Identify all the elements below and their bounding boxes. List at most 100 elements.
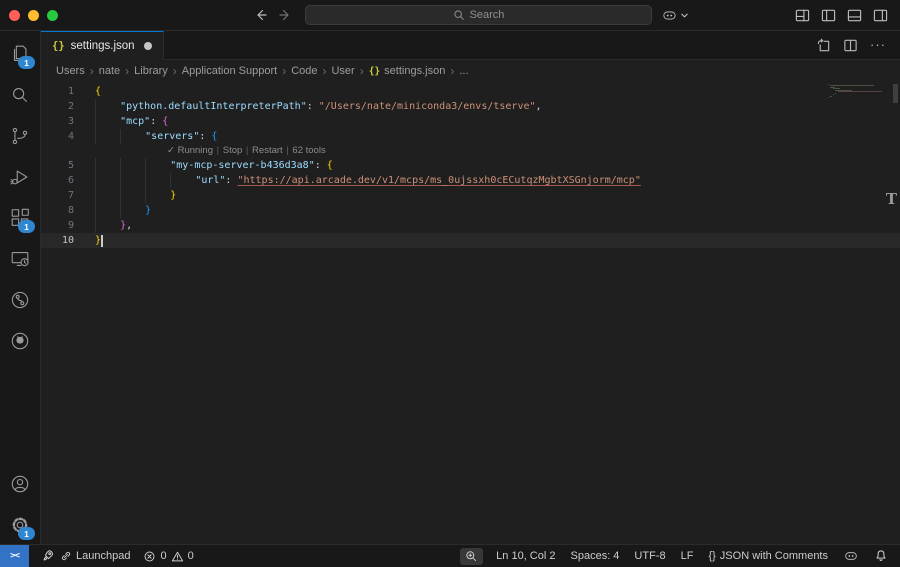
activity-version-graph[interactable] bbox=[0, 279, 40, 320]
more-actions-icon[interactable]: ··· bbox=[870, 40, 886, 50]
url-link[interactable]: "https://api.arcade.dev/v1/mcps/ms_0ujss… bbox=[237, 173, 640, 188]
code-line[interactable]: 6"url": "https://api.arcade.dev/v1/mcps/… bbox=[41, 173, 900, 188]
github-icon bbox=[9, 330, 31, 352]
problems-button[interactable]: 0 0 bbox=[143, 550, 193, 563]
indent-guide bbox=[95, 188, 120, 203]
minimap[interactable] bbox=[828, 84, 884, 98]
code-token: , bbox=[126, 218, 132, 233]
extensions-badge: 1 bbox=[18, 220, 35, 233]
chevron-right-icon: › bbox=[322, 64, 326, 78]
breadcrumb-item[interactable]: Library bbox=[134, 65, 168, 77]
activity-source-control[interactable] bbox=[0, 115, 40, 156]
code-line[interactable]: 5"my-mcp-server-b436d3a8": { bbox=[41, 158, 900, 173]
breadcrumb-item[interactable]: Users bbox=[56, 65, 85, 77]
eol-setting[interactable]: LF bbox=[681, 550, 694, 562]
activity-explorer[interactable]: 1 bbox=[0, 33, 40, 74]
code-line[interactable]: 2"python.defaultInterpreterPath": "/User… bbox=[41, 99, 900, 114]
settings-button[interactable]: 1 bbox=[0, 504, 40, 545]
chevron-right-icon: › bbox=[282, 64, 286, 78]
toggle-primary-sidebar-icon[interactable] bbox=[821, 8, 836, 23]
activity-extensions[interactable]: 1 bbox=[0, 197, 40, 238]
close-window-button[interactable] bbox=[9, 10, 20, 21]
open-changes-icon[interactable] bbox=[816, 38, 831, 53]
toggle-secondary-sidebar-icon[interactable] bbox=[873, 8, 888, 23]
search-placeholder: Search bbox=[470, 9, 505, 21]
code-line[interactable]: 1{ bbox=[41, 84, 900, 99]
line-number: 8 bbox=[41, 203, 74, 218]
indent-guide bbox=[95, 129, 120, 144]
editor[interactable]: 1{2"python.defaultInterpreterPath": "/Us… bbox=[41, 82, 900, 545]
copilot-status-button[interactable] bbox=[843, 548, 859, 564]
remote-icon: >< bbox=[10, 551, 19, 561]
search-input[interactable]: Search bbox=[305, 5, 652, 25]
minimap-line bbox=[828, 84, 829, 85]
breadcrumb-item[interactable]: ... bbox=[459, 65, 468, 77]
line-number: 9 bbox=[41, 218, 74, 233]
copilot-icon bbox=[661, 7, 678, 24]
notifications-button[interactable] bbox=[874, 549, 888, 563]
copilot-menu-button[interactable] bbox=[661, 7, 689, 24]
toggle-panel-icon[interactable] bbox=[847, 8, 862, 23]
code-lines: 1{2"python.defaultInterpreterPath": "/Us… bbox=[41, 84, 900, 248]
warning-icon bbox=[171, 550, 184, 563]
line-number: 7 bbox=[41, 188, 74, 203]
minimize-window-button[interactable] bbox=[28, 10, 39, 21]
breadcrumb-item[interactable]: User bbox=[331, 65, 354, 77]
codelens-status[interactable]: ✓ Running bbox=[167, 145, 213, 156]
activity-github[interactable] bbox=[0, 320, 40, 361]
chevron-down-icon bbox=[680, 11, 689, 20]
codelens-action[interactable]: Stop bbox=[223, 145, 243, 156]
launchpad-button[interactable]: Launchpad bbox=[42, 549, 130, 563]
remote-indicator[interactable]: >< bbox=[0, 545, 29, 567]
account-icon bbox=[9, 473, 31, 495]
back-icon[interactable] bbox=[253, 7, 269, 23]
breadcrumb-item[interactable]: nate bbox=[99, 65, 120, 77]
title-bar: Search bbox=[0, 0, 900, 31]
zoom-indicator[interactable] bbox=[460, 548, 483, 565]
code-token: { bbox=[211, 129, 217, 144]
scrollbar[interactable] bbox=[893, 84, 898, 103]
overview-ruler-marker: T bbox=[886, 190, 897, 208]
minimap-line bbox=[838, 91, 882, 92]
chevron-right-icon: › bbox=[125, 64, 129, 78]
minimap-line bbox=[830, 85, 873, 86]
code-line[interactable]: 3"mcp": { bbox=[41, 114, 900, 129]
modified-dot[interactable] bbox=[144, 42, 152, 50]
codelens-action[interactable]: 62 tools bbox=[292, 145, 325, 156]
code-line[interactable]: 10} bbox=[41, 233, 900, 248]
traffic-lights bbox=[9, 10, 58, 21]
line-number: 4 bbox=[41, 129, 74, 144]
split-editor-icon[interactable] bbox=[843, 38, 858, 53]
code-line[interactable]: 8} bbox=[41, 203, 900, 218]
code-line[interactable]: 7} bbox=[41, 188, 900, 203]
maximize-window-button[interactable] bbox=[47, 10, 58, 21]
accounts-button[interactable] bbox=[0, 463, 40, 504]
code-line[interactable]: 4 "servers": { bbox=[41, 129, 900, 144]
indentation-setting[interactable]: Spaces: 4 bbox=[571, 550, 620, 562]
cursor-position[interactable]: Ln 10, Col 2 bbox=[496, 550, 555, 562]
activity-run-debug[interactable] bbox=[0, 156, 40, 197]
encoding-setting[interactable]: UTF-8 bbox=[634, 550, 665, 562]
run-debug-icon bbox=[9, 166, 31, 188]
codelens: ✓ Running | Stop | Restart | 62 tools bbox=[41, 144, 900, 158]
breadcrumb-item[interactable]: Application Support bbox=[182, 65, 277, 77]
code-token: : bbox=[225, 173, 237, 188]
customize-layout-icon[interactable] bbox=[795, 8, 810, 23]
warning-count: 0 bbox=[188, 550, 194, 562]
forward-icon[interactable] bbox=[277, 7, 293, 23]
code-token: { bbox=[327, 158, 333, 173]
code-line[interactable]: 9}, bbox=[41, 218, 900, 233]
breadcrumb-item[interactable]: Code bbox=[291, 65, 317, 77]
language-mode[interactable]: {} JSON with Comments bbox=[708, 550, 828, 562]
indent-guide bbox=[95, 218, 120, 233]
code-token: "servers" bbox=[145, 129, 199, 144]
chevron-right-icon: › bbox=[90, 64, 94, 78]
code-token: : bbox=[199, 129, 211, 144]
indent-guide bbox=[120, 203, 145, 218]
codelens-action[interactable]: Restart bbox=[252, 145, 283, 156]
indent-guide bbox=[145, 173, 170, 188]
activity-remote-explorer[interactable] bbox=[0, 238, 40, 279]
breadcrumb-item[interactable]: {}settings.json bbox=[369, 65, 446, 77]
activity-search[interactable] bbox=[0, 74, 40, 115]
tab-settings-json[interactable]: {} settings.json bbox=[41, 31, 164, 60]
